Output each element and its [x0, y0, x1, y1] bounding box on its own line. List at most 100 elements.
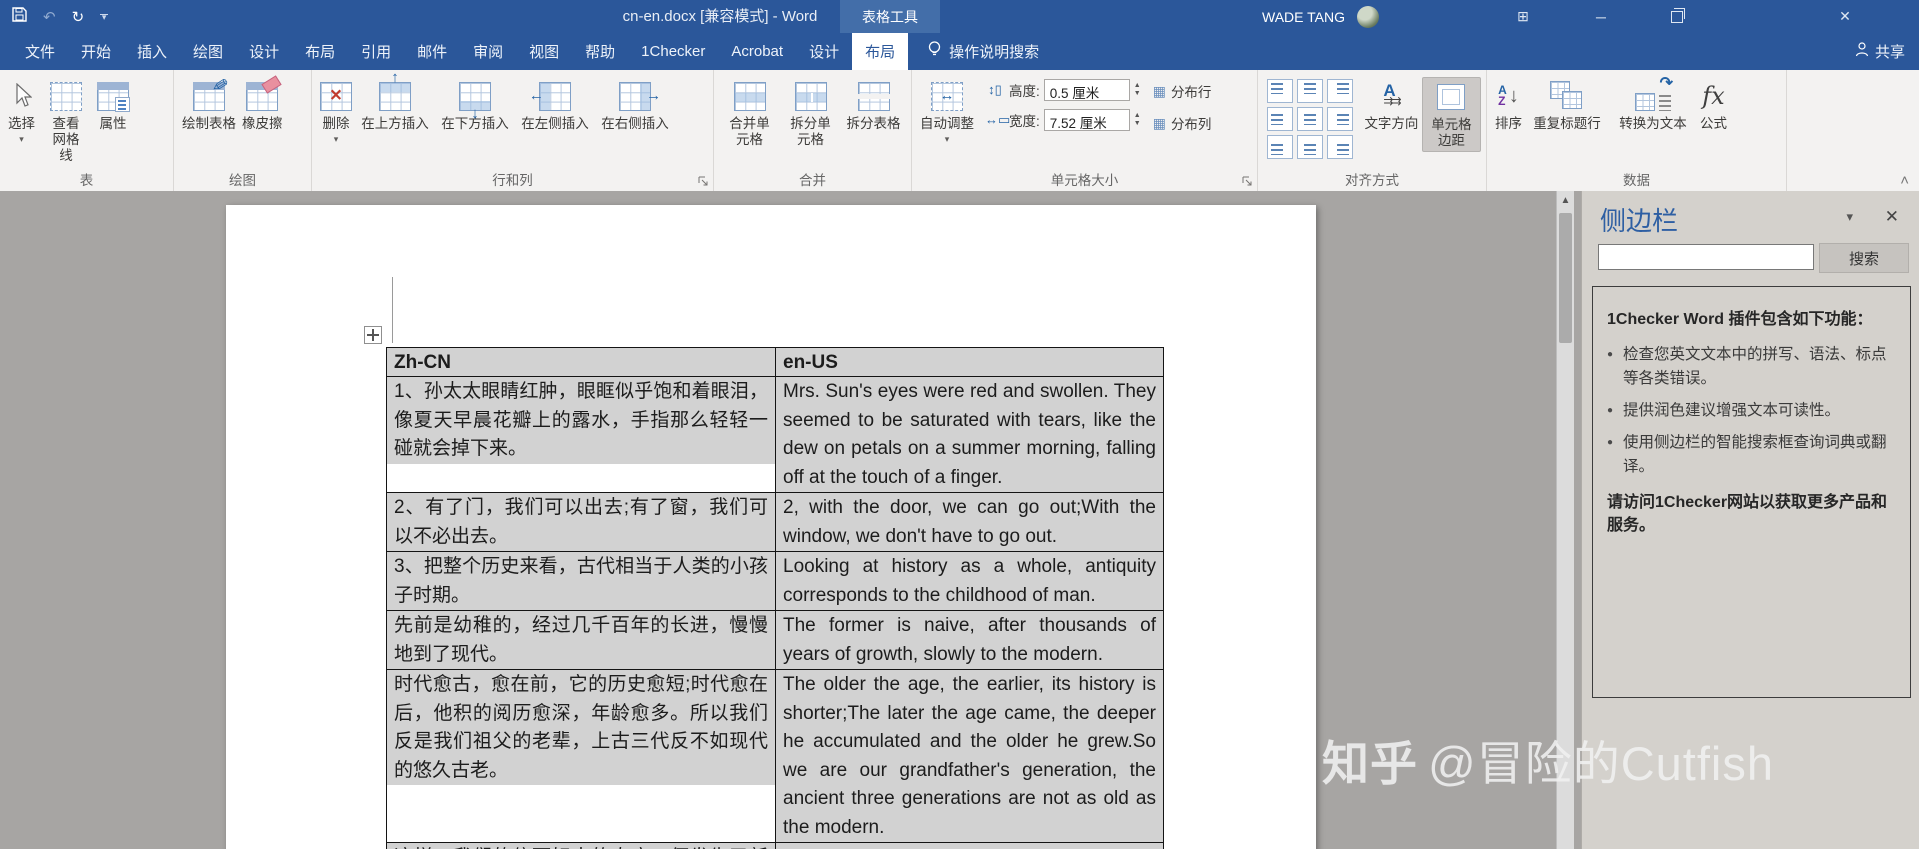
align-bottom-right-button[interactable] [1327, 135, 1353, 159]
eraser-icon [246, 74, 282, 111]
repeat-header-rows-button[interactable]: 重复标题行 [1525, 77, 1609, 134]
bullet-icon: ● [1607, 405, 1614, 416]
height-stepper[interactable]: ▲ ▼ [1134, 82, 1141, 97]
tab-mailings[interactable]: 邮件 [404, 33, 460, 70]
height-input[interactable]: 0.5 厘米 [1043, 79, 1130, 101]
undo-icon[interactable]: ↶ [43, 8, 56, 26]
avatar[interactable] [1356, 5, 1379, 28]
align-bottom-left-button[interactable] [1267, 135, 1293, 159]
align-top-left-button[interactable] [1267, 79, 1293, 103]
tab-file[interactable]: 文件 [12, 33, 68, 70]
restore-button[interactable] [1660, 0, 1694, 33]
height-label: 高度: [1009, 84, 1040, 99]
formula-fx-icon: fx [1702, 82, 1725, 110]
cell-zh-4[interactable]: 先前是幼稚的，经过几千百年的长进，慢慢地到了现代。 [386, 610, 776, 670]
delete-button[interactable]: ✕ 删除 ▾ [317, 77, 355, 145]
insert-above-button[interactable]: ↑ 在上方插入 [355, 69, 435, 134]
tab-view[interactable]: 视图 [516, 33, 572, 70]
insert-right-button[interactable]: → 在右侧插入 [595, 77, 675, 134]
merge-cells-button[interactable]: 合并单元格 [719, 77, 780, 150]
align-top-center-button[interactable] [1297, 79, 1323, 103]
header-cell-zh[interactable]: Zh-CN [386, 347, 776, 377]
cell-zh-6[interactable]: 这样，我们的信而好古的态度，便发生了新意义。 [386, 842, 776, 849]
select-button[interactable]: 选择 ▾ [5, 77, 38, 145]
collapse-ribbon-icon[interactable]: ˄ [1900, 172, 1909, 189]
insert-left-button[interactable]: ← 在左侧插入 [515, 77, 595, 134]
ribbon-display-options-icon[interactable]: ⊞ [1506, 0, 1540, 33]
cell-zh-1[interactable]: 1、孙太太眼睛红肿，眼眶似乎饱和着眼泪，像夏天早晨花瓣上的露水，手指那么轻轻一碰… [386, 376, 776, 493]
tab-review[interactable]: 审阅 [460, 33, 516, 70]
scroll-up-icon[interactable]: ▲ [1557, 191, 1574, 206]
close-button[interactable]: ✕ [1828, 0, 1862, 33]
align-center-button[interactable] [1297, 107, 1323, 131]
minimize-button[interactable]: ─ [1584, 0, 1618, 33]
align-top-right-button[interactable] [1327, 79, 1353, 103]
distribute-columns-icon: ▦ [1152, 114, 1166, 131]
tab-layout[interactable]: 布局 [292, 33, 348, 70]
sort-button[interactable]: A Z ↓ 排序 [1492, 77, 1525, 134]
cell-en-2[interactable]: 2, with the door, we can go out;With the… [775, 492, 1164, 552]
sidebar-close-icon[interactable]: ✕ [1885, 207, 1899, 227]
cell-en-1[interactable]: Mrs. Sun's eyes were red and swollen. Th… [775, 376, 1164, 493]
ribbon-group-merge: 合并单元格 拆分单元格 拆分表格 合并 [714, 70, 912, 191]
tell-me-search[interactable]: 操作说明搜索 [928, 33, 1039, 70]
text-direction-button[interactable]: A ⇉⇉ 文字方向 [1361, 77, 1422, 134]
account-area[interactable]: WADE TANG [1262, 0, 1379, 33]
convert-to-text-icon: ↷ [1635, 75, 1673, 111]
cell-en-5[interactable]: The older the age, the earlier, its hist… [775, 669, 1164, 843]
distribute-columns-button[interactable]: ▦ 分布列 [1153, 113, 1212, 133]
autofit-button[interactable]: ↔ 自动调整 ▾ [917, 77, 977, 145]
tab-references[interactable]: 引用 [348, 33, 404, 70]
sidebar-feature-item: ● 使用侧边栏的智能搜索框查询词典或翻译。 [1607, 431, 1896, 479]
tab-insert[interactable]: 插入 [124, 33, 180, 70]
tab-table-layout[interactable]: 布局 [852, 33, 909, 70]
tab-help[interactable]: 帮助 [572, 33, 628, 70]
document-page[interactable]: Zh-CN en-US 1、孙太太眼睛红肿，眼眶似乎饱和着眼泪，像夏天早晨花瓣上… [226, 205, 1316, 849]
header-cell-en[interactable]: en-US [775, 347, 1164, 377]
cell-en-6[interactable]: In this way, our ancient attitude toward… [775, 842, 1164, 849]
cell-zh-3[interactable]: 3、把整个历史来看，古代相当于人类的小孩子时期。 [386, 551, 776, 611]
cell-zh-2[interactable]: 2、有了门，我们可以出去;有了窗，我们可以不必出去。 [386, 492, 776, 552]
table-move-handle-icon[interactable] [364, 326, 382, 344]
convert-to-text-button[interactable]: ↷ 转换为文本 [1609, 75, 1697, 134]
sort-az-icon: A Z ↓ [1498, 83, 1519, 108]
customize-quick-access-icon[interactable]: ▾ [100, 13, 109, 22]
distribute-rows-button[interactable]: ▦ 分布行 [1153, 81, 1212, 101]
scrollbar-thumb[interactable] [1559, 213, 1572, 343]
cell-margins-button[interactable]: 单元格边距 [1421, 77, 1481, 152]
properties-button[interactable]: 属性 [94, 77, 132, 134]
insert-below-button[interactable]: ↓ 在下方插入 [435, 77, 515, 134]
share-button[interactable]: 共享 [1855, 33, 1905, 70]
group-label-table: 表 [79, 173, 94, 188]
ribbon-group-draw: ✎ 绘制表格 橡皮擦 绘图 [174, 70, 312, 191]
split-table-button[interactable]: 拆分表格 [841, 77, 906, 134]
sidebar-search-input[interactable] [1598, 244, 1814, 270]
sidebar-options-dropdown-icon[interactable]: ▾ [1846, 209, 1853, 225]
cell-en-4[interactable]: The former is naive, after thousands of … [775, 610, 1164, 670]
width-stepper[interactable]: ▲ ▼ [1134, 112, 1141, 127]
cell-size-dialog-launcher-icon[interactable] [1242, 175, 1254, 187]
tab-design[interactable]: 设计 [236, 33, 292, 70]
view-gridlines-button[interactable]: 查看网格线 [38, 77, 94, 166]
align-center-right-button[interactable] [1327, 107, 1353, 131]
gridlines-icon [50, 81, 82, 111]
redo-icon[interactable]: ↻ [72, 8, 85, 26]
draw-table-button[interactable]: ✎ 绘制表格 [179, 74, 239, 134]
tab-home[interactable]: 开始 [68, 33, 124, 70]
rows-columns-dialog-launcher-icon[interactable] [698, 175, 710, 187]
tab-acrobat[interactable]: Acrobat [718, 33, 796, 70]
column-width-icon: ↔▭ [985, 112, 1011, 127]
width-input[interactable]: 7.52 厘米 [1043, 109, 1130, 131]
tab-draw[interactable]: 绘图 [180, 33, 236, 70]
eraser-button[interactable]: 橡皮擦 [239, 74, 286, 134]
align-center-left-button[interactable] [1267, 107, 1293, 131]
align-bottom-center-button[interactable] [1297, 135, 1323, 159]
split-cells-button[interactable]: 拆分单元格 [780, 77, 841, 150]
cell-zh-5[interactable]: 时代愈古，愈在前，它的历史愈短;时代愈在后，他积的阅历愈深，年龄愈多。所以我们反… [386, 669, 776, 843]
tab-1checker[interactable]: 1Checker [628, 33, 718, 70]
sidebar-search-button[interactable]: 搜索 [1819, 243, 1909, 273]
cell-en-3[interactable]: Looking at history as a whole, antiquity… [775, 551, 1164, 611]
formula-button[interactable]: fx 公式 [1697, 77, 1730, 134]
tab-table-design[interactable]: 设计 [796, 33, 852, 70]
save-icon[interactable] [12, 7, 27, 26]
